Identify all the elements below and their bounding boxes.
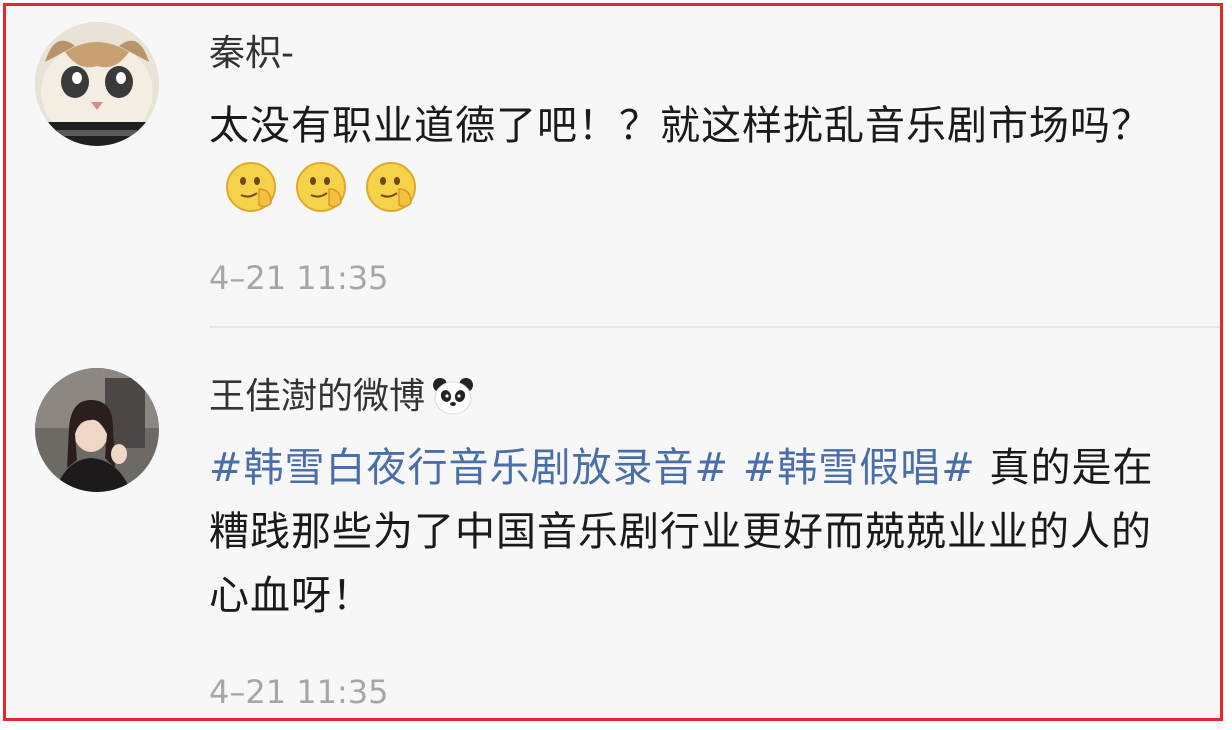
- hashtag-link[interactable]: #韩雪假唱#: [743, 445, 976, 491]
- timestamp: 4–21 11:35: [209, 259, 389, 297]
- cat-avatar-icon: [35, 22, 159, 146]
- comment-text: 太没有职业道德了吧！？就这样扰乱音乐剧市场吗？: [209, 94, 1189, 222]
- hashtag-link[interactable]: #韩雪白夜行音乐剧放录音#: [209, 445, 729, 491]
- comment-item: 秦枳- 太没有职业道德了吧！？就这样扰乱音乐剧市场吗？ 4–21 11:35: [6, 6, 1220, 328]
- comment-item: 王佳澍的微博 #韩雪白夜行音乐剧放录音# #韩雪假唱# 真的是在糟践那些为了中国…: [6, 328, 1220, 718]
- avatar[interactable]: [35, 22, 159, 146]
- comment-body: 太没有职业道德了吧！？就这样扰乱音乐剧市场吗？: [209, 103, 1152, 149]
- portrait-avatar-icon: [35, 368, 159, 492]
- smirk-emoji-icon: [293, 159, 349, 215]
- smirk-emoji-icon: [363, 159, 419, 215]
- comment-text: #韩雪白夜行音乐剧放录音# #韩雪假唱# 真的是在糟践那些为了中国音乐剧行业更好…: [209, 436, 1189, 628]
- username[interactable]: 秦枳-: [209, 34, 294, 74]
- timestamp: 4–21 11:35: [209, 673, 389, 711]
- screenshot-frame: 秦枳- 太没有职业道德了吧！？就这样扰乱音乐剧市场吗？ 4–21 11:35 王…: [3, 3, 1223, 721]
- username-text: 王佳澍的微博: [209, 376, 426, 417]
- smirk-emoji-icon: [223, 159, 279, 215]
- avatar[interactable]: [35, 368, 159, 492]
- username[interactable]: 王佳澍的微博: [209, 376, 475, 417]
- panda-icon: [431, 376, 475, 416]
